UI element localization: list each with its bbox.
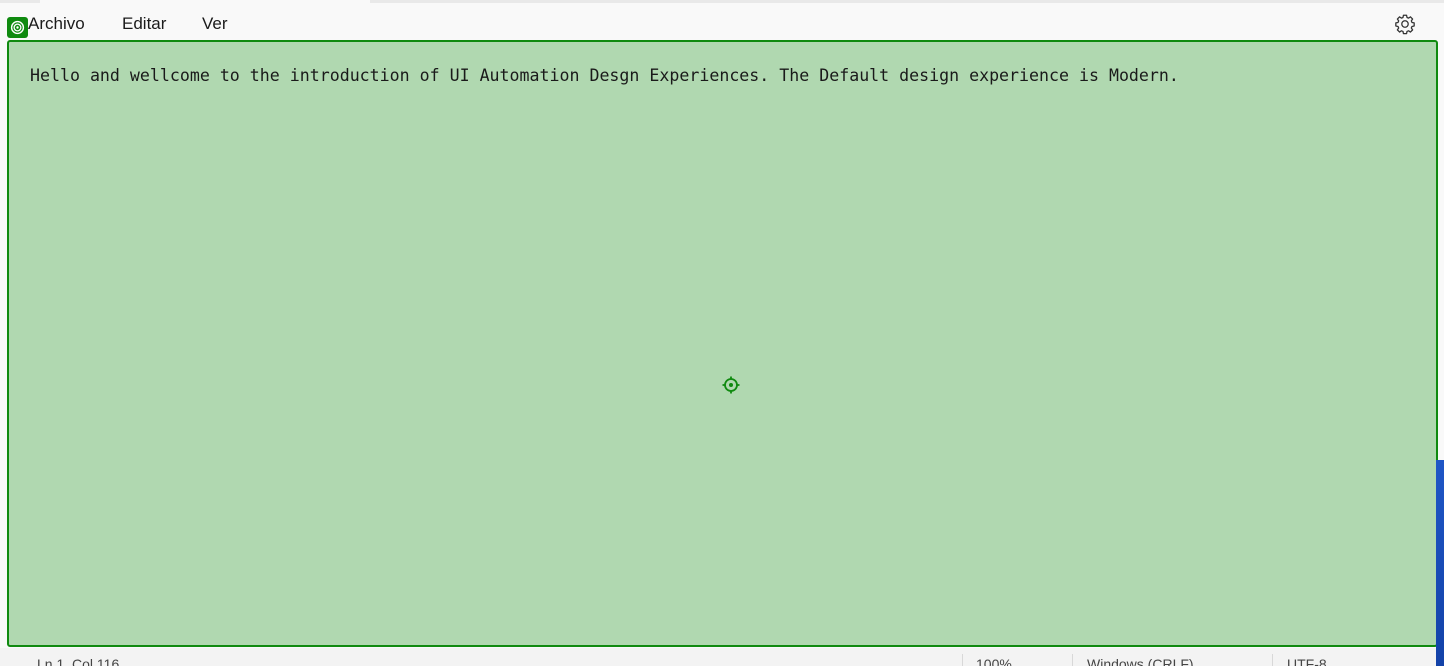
line-ending[interactable]: Windows (CRLF)	[1087, 656, 1194, 666]
settings-button[interactable]	[1394, 13, 1416, 35]
encoding[interactable]: UTF-8	[1287, 656, 1327, 666]
status-bar: Ln 1, Col 116 100% Windows (CRLF) UTF-8	[0, 648, 1444, 666]
editor-textarea[interactable]: Hello and wellcome to the introduction o…	[7, 40, 1438, 647]
menu-archivo[interactable]: Archivo	[28, 14, 85, 34]
editor-content: Hello and wellcome to the introduction o…	[30, 66, 1179, 85]
status-divider	[1272, 654, 1273, 666]
desktop-background-edge	[1436, 460, 1444, 666]
target-badge-icon	[7, 17, 28, 38]
status-divider	[962, 654, 963, 666]
gear-icon	[1395, 14, 1415, 35]
menu-bar: Archivo Editar Ver	[0, 3, 1444, 43]
menu-ver[interactable]: Ver	[202, 14, 228, 34]
status-divider	[1072, 654, 1073, 666]
zoom-level[interactable]: 100%	[976, 656, 1012, 666]
menu-editar[interactable]: Editar	[122, 14, 166, 34]
notepad-window: Archivo Editar Ver Hello and wellcome to…	[0, 0, 1444, 666]
cursor-position: Ln 1, Col 116	[37, 656, 120, 666]
crosshair-target-icon	[722, 376, 740, 394]
